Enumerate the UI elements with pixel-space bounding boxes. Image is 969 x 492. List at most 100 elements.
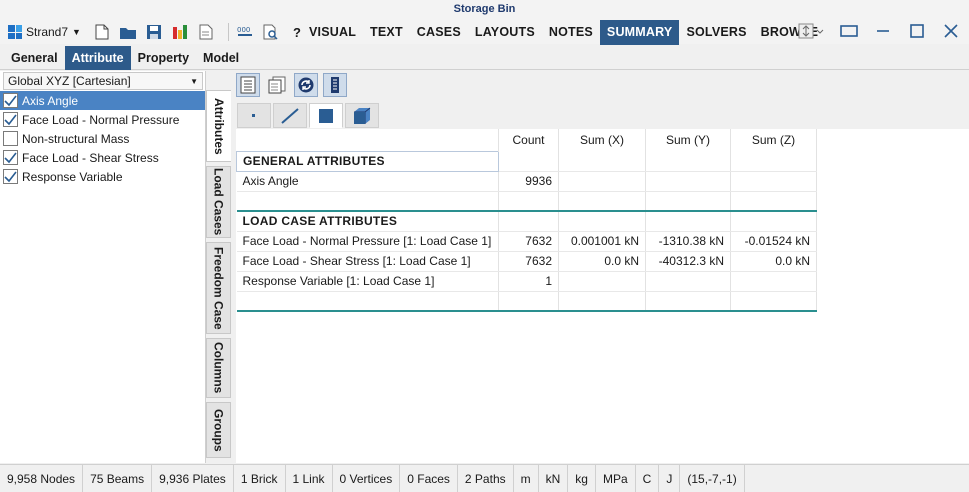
table-cell[interactable] — [558, 211, 646, 232]
row-sum-y[interactable]: -1310.38 kN — [645, 231, 731, 252]
unit-force[interactable]: kN — [539, 464, 569, 492]
table-cell[interactable] — [730, 291, 817, 312]
table-row[interactable]: Face Load - Normal Pressure [1: Load Cas… — [236, 231, 817, 252]
list-item-non-structural-mass[interactable]: Non-structural Mass — [0, 129, 205, 148]
unit-energy[interactable]: J — [659, 464, 681, 492]
row-sum-x[interactable] — [558, 171, 646, 192]
copy-pages-icon[interactable] — [265, 73, 289, 97]
unit-mass[interactable]: kg — [568, 464, 596, 492]
table-cell[interactable] — [498, 211, 559, 232]
checkbox[interactable] — [3, 169, 18, 184]
close-icon[interactable] — [941, 21, 961, 41]
section-title[interactable]: GENERAL ATTRIBUTES — [236, 150, 499, 172]
table-row[interactable]: Axis Angle 9936 — [236, 171, 817, 192]
row-sum-z[interactable]: 0.0 kN — [730, 251, 817, 272]
table-cell[interactable] — [558, 151, 646, 172]
open-folder-icon[interactable] — [118, 22, 138, 42]
checkbox[interactable] — [3, 150, 18, 165]
document-icon[interactable] — [196, 22, 216, 42]
table-cell[interactable] — [498, 291, 559, 312]
row-name[interactable]: Response Variable [1: Load Case 1] — [236, 271, 499, 292]
row-count[interactable]: 9936 — [498, 171, 559, 192]
table-cell[interactable] — [558, 291, 646, 312]
tab-attributes[interactable]: Attributes — [206, 90, 231, 162]
numbering-icon[interactable]: 000 — [235, 22, 255, 42]
column-header-sum-x[interactable]: Sum (X) — [558, 129, 646, 151]
beam-mode-icon[interactable] — [273, 103, 307, 128]
save-icon[interactable] — [144, 22, 164, 42]
menu-layouts[interactable]: LAYOUTS — [468, 20, 542, 45]
row-sum-z[interactable] — [730, 171, 817, 192]
table-cell[interactable] — [730, 151, 817, 172]
tab-attribute[interactable]: Attribute — [64, 46, 131, 70]
table-row[interactable]: Response Variable [1: Load Case 1] 1 — [236, 271, 817, 292]
row-sum-z[interactable]: -0.01524 kN — [730, 231, 817, 252]
table-cell[interactable] — [730, 211, 817, 232]
list-view-icon[interactable] — [236, 73, 260, 97]
menu-solvers[interactable]: SOLVERS — [679, 20, 753, 45]
checkbox[interactable] — [3, 131, 18, 146]
new-file-icon[interactable] — [92, 22, 112, 42]
row-name[interactable]: Axis Angle — [236, 171, 499, 192]
row-name[interactable]: Face Load - Shear Stress [1: Load Case 1… — [236, 251, 499, 272]
table-cell[interactable] — [645, 191, 731, 212]
section-title[interactable]: LOAD CASE ATTRIBUTES — [236, 211, 499, 232]
table-cell[interactable] — [645, 211, 731, 232]
table-cell[interactable] — [558, 191, 646, 212]
tab-freedom-case[interactable]: Freedom Case — [206, 242, 231, 334]
list-item-response-variable[interactable]: Response Variable — [0, 167, 205, 186]
tab-columns[interactable]: Columns — [206, 338, 231, 398]
table-cell[interactable] — [236, 191, 499, 212]
row-sum-x[interactable]: 0.0 kN — [558, 251, 646, 272]
column-header-sum-y[interactable]: Sum (Y) — [645, 129, 731, 151]
column-width-icon[interactable] — [323, 73, 347, 97]
column-header-name[interactable] — [236, 129, 499, 151]
table-cell[interactable] — [645, 291, 731, 312]
list-item-face-load-normal-pressure[interactable]: Face Load - Normal Pressure — [0, 110, 205, 129]
table-row[interactable]: Face Load - Shear Stress [1: Load Case 1… — [236, 251, 817, 272]
table-cell[interactable] — [730, 191, 817, 212]
results-icon[interactable] — [170, 22, 190, 42]
menu-cases[interactable]: CASES — [410, 20, 468, 45]
minimize-icon[interactable] — [873, 21, 893, 41]
row-sum-y[interactable] — [645, 271, 731, 292]
unit-temperature[interactable]: C — [636, 464, 660, 492]
menu-visual[interactable]: VISUAL — [302, 20, 363, 45]
list-item-axis-angle[interactable]: Axis Angle — [0, 91, 205, 110]
column-header-count[interactable]: Count — [498, 129, 559, 151]
tab-model[interactable]: Model — [196, 46, 246, 70]
table-cell[interactable] — [236, 291, 499, 312]
refresh-icon[interactable] — [294, 73, 318, 97]
row-count[interactable]: 7632 — [498, 251, 559, 272]
column-header-sum-z[interactable]: Sum (Z) — [730, 129, 817, 151]
row-count[interactable]: 1 — [498, 271, 559, 292]
plate-mode-icon[interactable] — [309, 103, 343, 128]
row-name[interactable]: Face Load - Normal Pressure [1: Load Cas… — [236, 231, 499, 252]
menu-summary[interactable]: SUMMARY — [599, 20, 680, 45]
tab-general[interactable]: General — [4, 46, 65, 70]
menu-notes[interactable]: NOTES — [542, 20, 600, 45]
table-cell[interactable] — [498, 191, 559, 212]
brick-mode-icon[interactable] — [345, 103, 379, 128]
row-sum-y[interactable]: -40312.3 kN — [645, 251, 731, 272]
tab-load-cases[interactable]: Load Cases — [206, 166, 231, 238]
app-menu-button[interactable]: Strand7 ▼ — [8, 22, 81, 42]
inspect-document-icon[interactable] — [261, 22, 281, 42]
menu-text[interactable]: TEXT — [363, 20, 410, 45]
tab-groups[interactable]: Groups — [206, 402, 231, 458]
unit-length[interactable]: m — [514, 464, 539, 492]
row-sum-x[interactable]: 0.001001 kN — [558, 231, 646, 252]
layout-options-icon[interactable] — [797, 21, 825, 41]
node-mode-icon[interactable] — [237, 103, 271, 128]
row-sum-y[interactable] — [645, 171, 731, 192]
checkbox[interactable] — [3, 93, 18, 108]
row-sum-x[interactable] — [558, 271, 646, 292]
row-sum-z[interactable] — [730, 271, 817, 292]
table-cell[interactable] — [498, 151, 559, 172]
table-cell[interactable] — [645, 151, 731, 172]
unit-stress[interactable]: MPa — [596, 464, 636, 492]
coordinate-system-select[interactable]: Global XYZ [Cartesian] ▼ — [3, 72, 203, 90]
checkbox[interactable] — [3, 112, 18, 127]
row-count[interactable]: 7632 — [498, 231, 559, 252]
restore-window-icon[interactable] — [839, 21, 859, 41]
